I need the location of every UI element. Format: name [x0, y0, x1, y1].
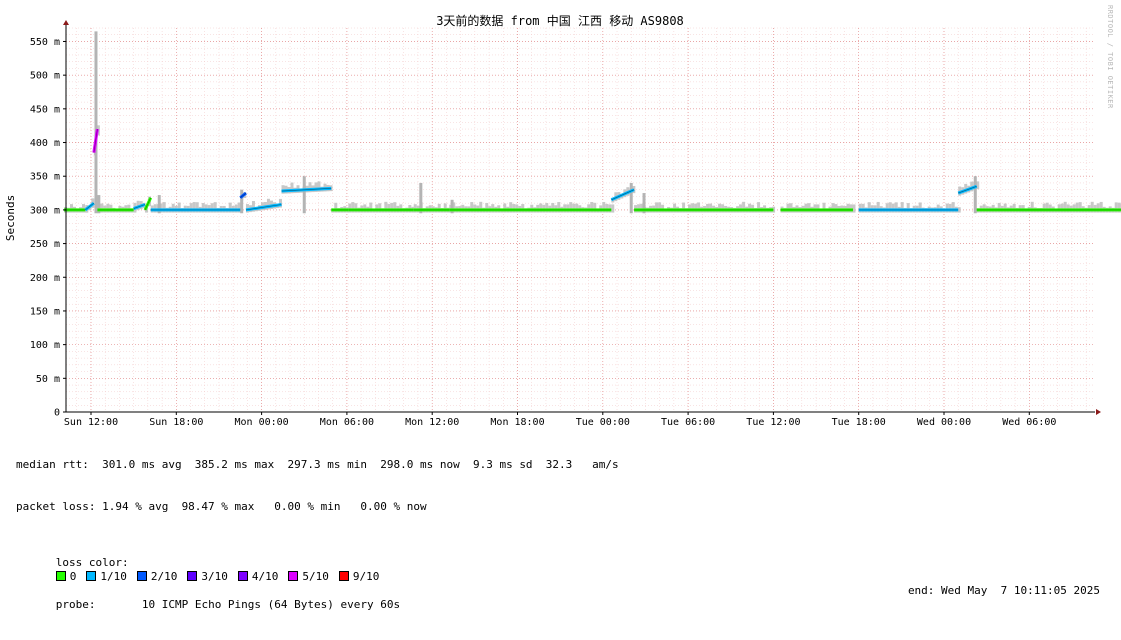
y-tick-label: 150 m: [30, 306, 60, 317]
loss-color-item-label: 3/10: [201, 570, 228, 583]
loss-color-row: loss color: 01/102/103/104/105/109/10: [16, 542, 1116, 556]
y-tick-label: 100 m: [30, 340, 60, 351]
loss-color-swatch: [86, 571, 96, 581]
y-axis-label: Seconds: [4, 195, 17, 241]
loss-color-swatch: [238, 571, 248, 581]
x-tick-label: Tue 06:00: [661, 417, 715, 428]
x-tick-label: Sun 18:00: [149, 417, 203, 428]
x-tick-label: Tue 12:00: [746, 417, 800, 428]
x-tick-label: Mon 18:00: [490, 417, 544, 428]
probe-text: probe: 10 ICMP Echo Pings (64 Bytes) eve…: [56, 598, 400, 611]
smoke-bar: [611, 204, 614, 212]
smokeping-chart: 3天前的数据 from 中国 江西 移动 AS9808 Seconds RRDT…: [0, 0, 1121, 494]
smoke-spike: [974, 176, 977, 213]
x-tick-label: Wed 06:00: [1002, 417, 1056, 428]
end-time: end: Wed May 7 10:11:05 2025: [908, 584, 1100, 598]
smoke-spike: [630, 183, 633, 213]
y-tick-label: 500 m: [30, 71, 60, 82]
x-tick-label: Mon 00:00: [235, 417, 289, 428]
legend: median rtt: 301.0 ms avg 385.2 ms max 29…: [16, 430, 1116, 626]
y-tick-label: 250 m: [30, 239, 60, 250]
y-axis-arrow: [63, 20, 69, 25]
loss-color-items: 0 1/10 2/10 3/10 4/10 5/10 9/10: [56, 570, 390, 583]
loss-color-item-label: 4/10: [252, 570, 279, 583]
smoke-spike: [240, 190, 243, 214]
x-tick-label: Sun 12:00: [64, 417, 118, 428]
x-tick-label: Mon 12:00: [405, 417, 459, 428]
y-tick-label: 300 m: [30, 205, 60, 216]
median-rtt-row: median rtt: 301.0 ms avg 385.2 ms max 29…: [16, 458, 1116, 472]
loss-color-swatch: [56, 571, 66, 581]
smoke-spike: [94, 31, 97, 213]
loss-color-swatch: [187, 571, 197, 581]
y-tick-label: 350 m: [30, 172, 60, 183]
x-tick-label: Tue 18:00: [832, 417, 886, 428]
loss-color-item-label: 2/10: [151, 570, 178, 583]
chart-canvas: 3天前的数据 from 中国 江西 移动 AS9808 Seconds RRDT…: [0, 0, 1121, 430]
loss-color-item: 5/10: [288, 570, 329, 583]
chart-title: 3天前的数据 from 中国 江西 移动 AS9808: [436, 13, 684, 28]
y-tick-label: 0: [54, 408, 60, 419]
loss-color-item-label: 5/10: [302, 570, 329, 583]
y-tick-label: 50 m: [36, 374, 60, 385]
smoke-spike: [303, 176, 306, 213]
x-tick-label: Tue 00:00: [576, 417, 630, 428]
loss-color-item: 3/10: [187, 570, 228, 583]
loss-color-item-label: 0: [70, 570, 77, 583]
y-tick-label: 200 m: [30, 273, 60, 284]
loss-color-item-label: 9/10: [353, 570, 380, 583]
x-tick-label: Wed 00:00: [917, 417, 971, 428]
y-tick-label: 400 m: [30, 138, 60, 149]
loss-color-item: 0: [56, 570, 77, 583]
y-tick-label: 550 m: [30, 37, 60, 48]
packet-loss-row: packet loss: 1.94 % avg 98.47 % max 0.00…: [16, 500, 1116, 514]
loss-color-label: loss color:: [56, 556, 135, 569]
y-tick-label: 450 m: [30, 104, 60, 115]
loss-color-item: 9/10: [339, 570, 380, 583]
probe-row: probe: 10 ICMP Echo Pings (64 Bytes) eve…: [16, 584, 1116, 598]
x-axis-arrow: [1096, 409, 1101, 415]
loss-color-item: 1/10: [86, 570, 127, 583]
x-tick-label: Mon 06:00: [320, 417, 374, 428]
rrdtool-watermark: RRDTOOL / TOBI OETIKER: [1106, 5, 1114, 109]
loss-color-swatch: [288, 571, 298, 581]
loss-color-item: 2/10: [137, 570, 178, 583]
loss-color-item: 4/10: [238, 570, 279, 583]
loss-color-swatch: [137, 571, 147, 581]
loss-color-swatch: [339, 571, 349, 581]
loss-color-item-label: 1/10: [100, 570, 127, 583]
